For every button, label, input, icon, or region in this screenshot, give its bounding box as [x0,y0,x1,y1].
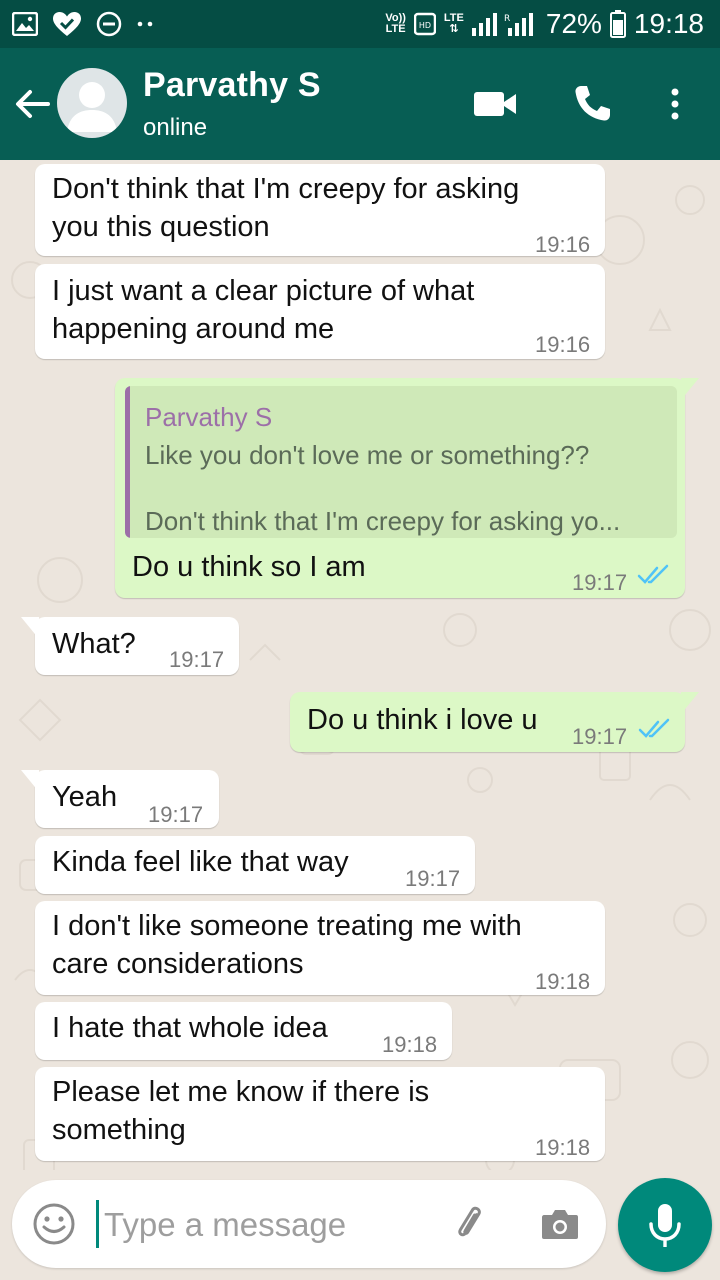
message-text: Please let me know if there is something [52,1076,430,1146]
avatar[interactable] [57,68,127,138]
more-dots-icon [137,21,153,27]
message-bubble-incoming[interactable]: Please let me know if there is something… [35,1067,605,1161]
quoted-message[interactable]: Parvathy S Like you don't love me or som… [125,386,677,538]
bubble-tail [681,378,699,400]
phone-icon[interactable] [568,80,616,128]
message-text: Kinda feel like that way [52,846,349,878]
message-bubble-incoming[interactable]: I hate that whole idea 19:18 [35,1002,452,1060]
message-time: 19:16 [535,232,591,257]
message-time: 19:17 [169,647,225,672]
message-time: 19:18 [535,1135,591,1160]
quote-bar [125,386,130,538]
battery-icon [609,10,626,38]
message-composer [12,1180,606,1268]
message-time: 19:17 [148,802,204,827]
mic-button[interactable] [618,1178,712,1272]
overflow-menu-icon[interactable] [660,80,690,128]
camera-icon[interactable] [538,1202,582,1246]
svg-text:HD: HD [419,21,431,30]
gallery-icon [12,12,38,36]
signal-icon: R [471,13,533,36]
double-check-icon [638,718,670,738]
chat-header: Parvathy S online [0,48,720,160]
message-text: I don't like someone treating me with ca… [52,910,522,980]
message-list[interactable]: Don't think that I'm creepy for asking y… [0,160,720,1170]
message-time: 19:18 [382,1032,438,1057]
message-bubble-outgoing[interactable]: Do u think i love u 19:17 [290,692,699,752]
message-bubble-incoming[interactable]: Kinda feel like that way 19:17 [35,836,475,894]
double-check-icon [637,564,669,584]
dnd-icon [96,11,122,37]
avatar-icon [67,82,117,132]
lte-indicator: LTE ⇅ [443,12,464,35]
bubble-tail [681,692,699,714]
attach-icon[interactable] [448,1202,492,1246]
text-cursor [96,1200,99,1248]
message-time: 19:16 [535,332,591,357]
message-text: I hate that whole idea [52,1012,328,1044]
message-bubble-incoming[interactable]: Don't think that I'm creepy for asking y… [35,164,605,257]
message-input[interactable] [102,1194,436,1256]
bubble-tail [21,617,39,639]
message-text: Do u think i love u [307,704,538,736]
message-bubble-incoming[interactable]: I just want a clear picture of what happ… [35,264,605,359]
battery-percent: 72% [545,8,602,39]
message-text: Don't think that I'm creepy for asking y… [52,173,520,243]
quote-text-line: Like you don't love me or something?? [145,440,590,470]
emoji-icon[interactable] [32,1202,76,1246]
message-bubble-incoming[interactable]: Yeah 19:17 [21,770,219,828]
message-time: 19:18 [535,969,591,994]
data-icon: HD [413,12,436,36]
message-bubble-incoming[interactable]: I don't like someone treating me with ca… [35,901,605,995]
status-bar: Vo)) LTE HD LTE ⇅ R 72% 19:18 [0,0,720,48]
message-text: Do u think so I am [132,551,366,583]
message-time: 19:17 [572,724,628,749]
svg-text:R: R [504,14,510,24]
heart-check-icon [53,12,81,36]
contact-status: online [143,114,208,141]
message-time: 19:17 [405,866,461,891]
message-text: I just want a clear picture of what happ… [52,275,475,345]
clock: 19:18 [633,8,704,39]
volte-indicator: Vo)) LTE [385,12,406,35]
mic-icon [649,1204,681,1247]
message-text: What? [52,628,136,660]
bubble-tail [21,770,39,792]
quote-text-line: Don't think that I'm creepy for asking y… [145,506,621,536]
message-bubble-outgoing[interactable]: Parvathy S Like you don't love me or som… [115,378,699,598]
video-call-icon[interactable] [470,84,520,124]
message-bubble-incoming[interactable]: What? 19:17 [21,617,239,675]
quote-author: Parvathy S [145,402,273,432]
back-arrow-icon[interactable] [10,80,54,128]
message-text: Yeah [52,781,118,813]
message-time: 19:17 [572,570,628,595]
contact-name[interactable]: Parvathy S [143,66,321,105]
